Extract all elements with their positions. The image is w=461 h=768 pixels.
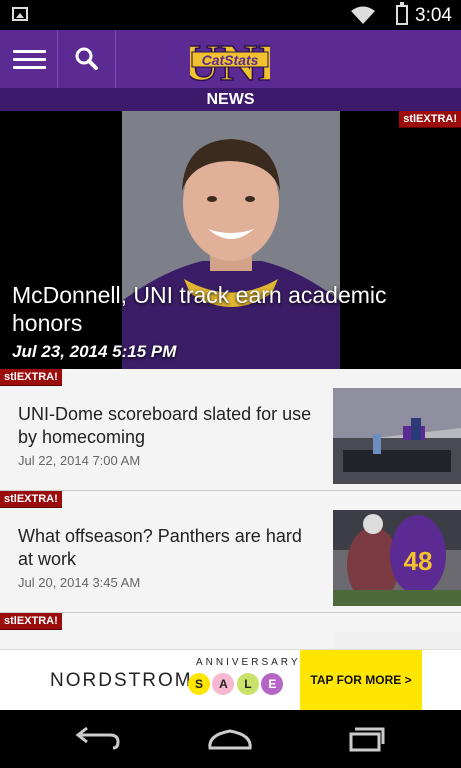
ad-banner[interactable]: NORDSTROM ANNIVERSARY S A L E TAP FOR MO… (0, 649, 461, 710)
ad-tagline: ANNIVERSARY (196, 657, 301, 668)
search-icon (75, 47, 98, 70)
stlextra-badge: stlEXTRA! (0, 613, 62, 630)
stlextra-badge: stlEXTRA! (0, 369, 62, 386)
hero-date: Jul 23, 2014 5:15 PM (12, 342, 177, 361)
sale-letter: L (236, 673, 259, 695)
logo-catstats-text: CatStats (202, 52, 259, 68)
hero-title: McDonnell, UNI track earn academic honor… (12, 282, 387, 336)
home-icon[interactable] (190, 710, 270, 768)
section-title: NEWS (0, 88, 461, 111)
list-item[interactable]: stlEXTRA! What offseason? Panthers are h… (0, 491, 461, 613)
app-bar: UNI CatStats (0, 30, 461, 88)
sale-letter: A (212, 673, 235, 695)
ad-cta-button[interactable]: TAP FOR MORE > (300, 650, 422, 710)
stlextra-badge: stlEXTRA! (0, 491, 62, 508)
wifi-icon (351, 6, 375, 24)
battery-charging-icon (396, 2, 408, 25)
article-title: UNI-Dome scoreboard slated for use by ho… (18, 404, 312, 447)
status-time: 3:04 (415, 5, 452, 26)
hamburger-icon-bar (13, 58, 46, 61)
article-title: What offseason? Panthers are hard at wor… (18, 526, 302, 569)
svg-text:48: 48 (404, 546, 433, 576)
hero-article[interactable]: stlEXTRA! McDonnell, UNI track earn acad… (0, 111, 461, 369)
catstats-logo[interactable]: UNI CatStats (190, 33, 270, 85)
menu-button[interactable] (0, 30, 58, 88)
list-item[interactable]: stlEXTRA! UNI-Dome scoreboard slated for… (0, 369, 461, 491)
stlextra-badge: stlEXTRA! (399, 111, 461, 128)
image-icon (12, 7, 28, 21)
article-date: Jul 20, 2014 3:45 AM (18, 575, 141, 590)
ad-brand: NORDSTROM (50, 670, 193, 691)
ad-sale-letters: S A L E (188, 673, 300, 697)
sale-letter: S (188, 673, 210, 695)
status-bar: 3:04 (0, 0, 461, 30)
article-thumbnail (333, 388, 461, 484)
article-date: Jul 22, 2014 7:00 AM (18, 453, 141, 468)
article-thumbnail: 48 (333, 510, 461, 606)
hamburger-icon-bar (13, 66, 46, 69)
hamburger-icon (13, 50, 46, 53)
recents-icon[interactable] (325, 710, 405, 768)
back-icon[interactable] (58, 710, 138, 768)
system-nav-bar (0, 710, 461, 768)
sale-letter: E (261, 673, 284, 695)
search-button[interactable] (58, 30, 116, 88)
